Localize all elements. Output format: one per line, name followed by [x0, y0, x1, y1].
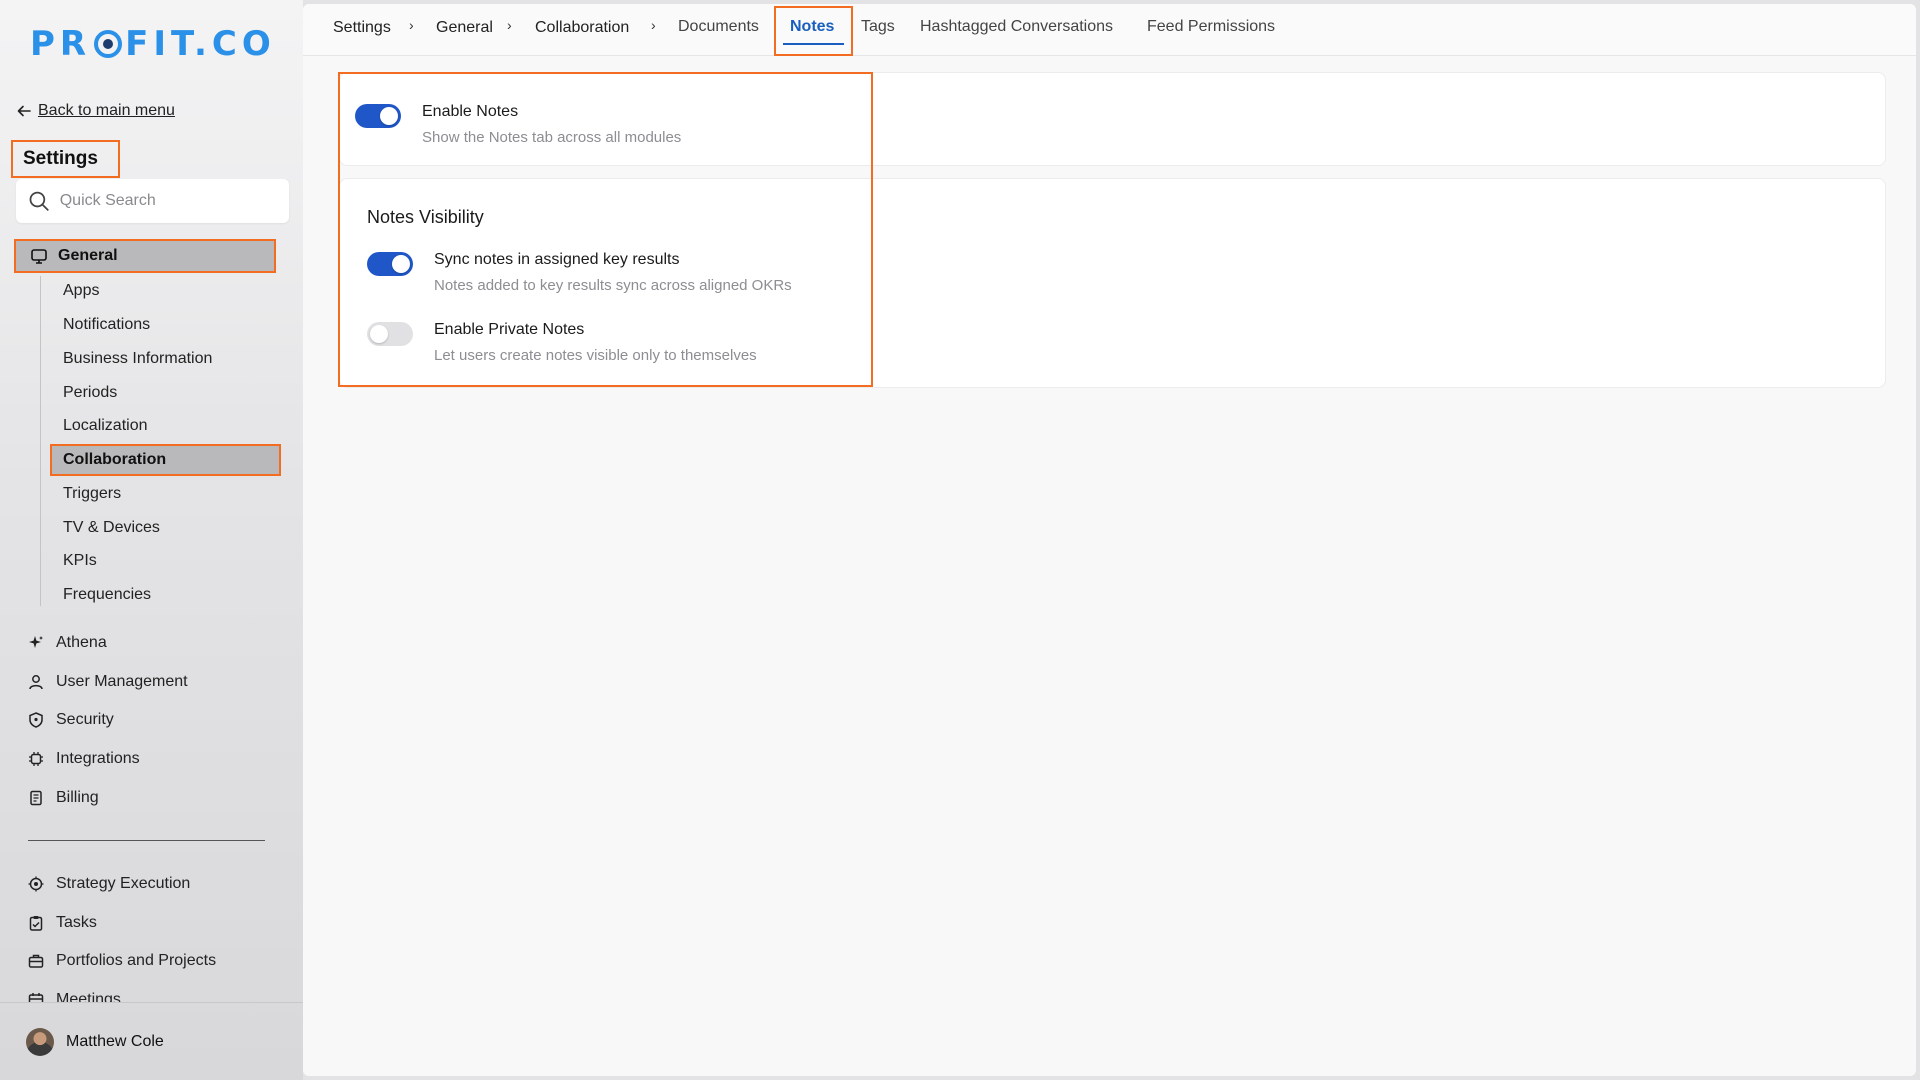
- nav-general-label: General: [58, 247, 118, 264]
- logo-text-left: PR: [30, 24, 92, 64]
- nav-item-apps[interactable]: Apps: [63, 276, 273, 306]
- tab-tags[interactable]: Tags: [861, 14, 895, 40]
- nav-portfolios-projects-label: Portfolios and Projects: [56, 952, 217, 969]
- user-name: Matthew Cole: [66, 1032, 164, 1050]
- private-notes-toggle[interactable]: [367, 322, 413, 346]
- nav-item-business-information[interactable]: Business Information: [63, 344, 273, 374]
- user-profile[interactable]: Matthew Cole: [0, 1002, 303, 1080]
- tab-documents[interactable]: Documents: [678, 14, 759, 40]
- sidebar-scroll-clip: Meetings: [0, 988, 303, 1002]
- settings-title: Settings: [11, 140, 120, 178]
- chevron-right-icon: ›: [507, 17, 512, 33]
- tab-notes-underline: [783, 43, 844, 45]
- nav-user-management[interactable]: User Management: [28, 667, 278, 697]
- quick-search-input[interactable]: [59, 192, 277, 210]
- breadcrumb-settings[interactable]: Settings: [333, 15, 391, 41]
- private-notes-description: Let users create notes visible only to t…: [434, 347, 757, 364]
- nav-integrations-label: Integrations: [56, 750, 140, 767]
- nav-item-frequencies[interactable]: Frequencies: [63, 580, 273, 610]
- notes-visibility-card: Notes Visibility Sync notes in assigned …: [339, 178, 1886, 388]
- nav-meetings-label: Meetings: [56, 991, 121, 1002]
- toggle-knob: [380, 107, 398, 125]
- nav-strategy-execution-label: Strategy Execution: [56, 875, 191, 892]
- monitor-icon: [31, 249, 47, 264]
- breadcrumb-collaboration[interactable]: Collaboration: [535, 15, 629, 41]
- toggle-knob: [370, 325, 388, 343]
- calendar-icon: [28, 993, 44, 1002]
- avatar: [26, 1027, 54, 1056]
- private-notes-title: Enable Private Notes: [434, 321, 585, 338]
- chevron-right-icon: ›: [409, 17, 414, 33]
- sync-notes-toggle[interactable]: [367, 252, 413, 276]
- enable-notes-toggle[interactable]: [355, 104, 401, 128]
- sidebar: PR FIT.CO Back to main menu Settings Gen…: [0, 0, 303, 1080]
- breadcrumb-general[interactable]: General: [436, 15, 493, 41]
- chip-icon: [29, 752, 43, 766]
- tab-hashtagged-conversations[interactable]: Hashtagged Conversations: [920, 14, 1113, 40]
- user-icon: [29, 675, 43, 690]
- sync-notes-description: Notes added to key results sync across a…: [434, 277, 792, 294]
- nav-item-tv-devices[interactable]: TV & Devices: [63, 513, 273, 543]
- top-navigation: Settings › General › Collaboration › Doc…: [303, 4, 1916, 56]
- nav-billing[interactable]: Billing: [28, 783, 278, 813]
- nav-user-management-label: User Management: [56, 673, 188, 690]
- shield-icon: [29, 712, 43, 728]
- target-logo-icon: [94, 30, 123, 58]
- target-icon: [28, 876, 44, 892]
- enable-notes-description: Show the Notes tab across all modules: [422, 129, 682, 146]
- back-to-main-menu-link[interactable]: Back to main menu: [16, 102, 175, 120]
- nav-meetings[interactable]: Meetings: [28, 988, 278, 1002]
- nav-item-periods[interactable]: Periods: [63, 378, 273, 408]
- sync-notes-title: Sync notes in assigned key results: [434, 251, 680, 268]
- nav-item-kpis[interactable]: KPIs: [63, 546, 273, 576]
- logo-text-right: FIT.CO: [125, 24, 276, 64]
- nav-security[interactable]: Security: [28, 705, 278, 735]
- nav-general[interactable]: General: [14, 239, 276, 273]
- nav-billing-label: Billing: [56, 789, 99, 806]
- quick-search-box[interactable]: [16, 179, 289, 223]
- receipt-icon: [30, 790, 42, 806]
- clipboard-check-icon: [29, 916, 43, 931]
- chevron-right-icon: ›: [651, 17, 656, 33]
- toggle-knob: [392, 255, 410, 273]
- enable-notes-card: Enable Notes Show the Notes tab across a…: [339, 72, 1886, 166]
- nav-item-triggers[interactable]: Triggers: [63, 479, 273, 509]
- general-subitems: Apps Notifications Business Information …: [40, 276, 281, 606]
- tab-notes[interactable]: Notes: [790, 14, 834, 40]
- nav-tasks-label: Tasks: [56, 914, 97, 931]
- nav-item-localization[interactable]: Localization: [63, 411, 273, 441]
- sparkle-icon: [29, 636, 43, 648]
- nav-athena[interactable]: Athena: [28, 628, 278, 658]
- nav-strategy-execution[interactable]: Strategy Execution: [28, 869, 278, 899]
- enable-notes-title: Enable Notes: [422, 103, 519, 120]
- sidebar-divider: [28, 840, 265, 841]
- notes-visibility-title: Notes Visibility: [367, 207, 484, 227]
- nav-tasks[interactable]: Tasks: [28, 908, 278, 938]
- arrow-left-icon: [17, 105, 31, 117]
- nav-portfolios-projects[interactable]: Portfolios and Projects: [28, 946, 278, 976]
- nav-athena-label: Athena: [56, 634, 107, 651]
- nav-item-collaboration[interactable]: Collaboration: [50, 444, 281, 476]
- nav-item-notifications[interactable]: Notifications: [63, 310, 273, 340]
- nav-integrations[interactable]: Integrations: [28, 744, 278, 774]
- nav-security-label: Security: [56, 711, 114, 728]
- tab-feed-permissions[interactable]: Feed Permissions: [1147, 14, 1275, 40]
- main-panel: Settings › General › Collaboration › Doc…: [303, 4, 1916, 1076]
- briefcase-icon: [28, 954, 44, 968]
- profit-logo[interactable]: PR FIT.CO: [30, 24, 276, 64]
- search-icon: [29, 191, 49, 211]
- back-link-label: Back to main menu: [38, 102, 175, 119]
